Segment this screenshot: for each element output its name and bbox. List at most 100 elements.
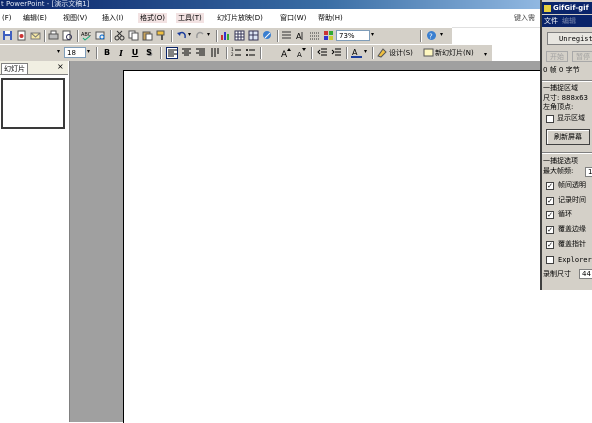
start-button[interactable]: 开始 (546, 51, 568, 62)
tables-borders-icon[interactable] (248, 30, 259, 41)
record-size-label: 录制尺寸 (543, 270, 571, 278)
menu-tools[interactable]: 工具(T) (176, 13, 204, 23)
window-title: t PowerPoint - [演示文稿1] (1, 0, 90, 8)
zoom-combo[interactable]: 73% (336, 30, 370, 41)
paste-icon[interactable] (142, 30, 153, 41)
cover-pointer-checkbox[interactable]: ✓ (546, 241, 554, 249)
capture-stats: 0 帧 0 字节 (543, 66, 580, 74)
menu-insert[interactable]: 插入(I) (100, 13, 126, 23)
new-slide-button[interactable]: 新幻灯片(N) (435, 48, 474, 58)
menu-help[interactable]: 帮助(H) (316, 13, 345, 23)
tab-slides[interactable]: 幻灯片 (1, 63, 28, 74)
show-area-label: 显示区域 (557, 114, 585, 122)
underline-button[interactable]: U (129, 47, 141, 59)
bullets-icon[interactable] (245, 47, 256, 58)
explorer-label: Explorer (558, 256, 592, 264)
gifgif-window: GifGif-gif 文件编辑 Unregiste 开始 暂停 0 帧 0 字节… (540, 0, 592, 290)
svg-text:2: 2 (231, 52, 234, 57)
max-fps-field[interactable]: 1 (585, 167, 592, 177)
spelling-icon[interactable]: ABC (81, 30, 92, 41)
record-size-field[interactable]: 44 (579, 269, 592, 279)
design-icon[interactable] (377, 47, 388, 58)
gifgif-app-icon (544, 4, 551, 12)
explorer-checkbox[interactable] (546, 256, 554, 264)
slides-pane: 幻灯片 × (0, 61, 70, 422)
decrease-font-size-icon[interactable]: A (296, 47, 307, 58)
bold-button[interactable]: B (101, 47, 113, 59)
align-center-icon[interactable] (181, 47, 192, 58)
numbering-icon[interactable]: 12 (231, 47, 242, 58)
pause-button[interactable]: 暂停 (572, 51, 592, 62)
capture-options-header: 一捕捉选项 (543, 157, 578, 165)
menu-edit[interactable]: 编辑(E) (21, 13, 49, 23)
font-name-dropdown-icon[interactable]: ▾ (57, 48, 60, 55)
menu-view[interactable]: 视图(V) (61, 13, 89, 23)
slide-thumbnail[interactable] (1, 78, 65, 129)
hyperlink-icon[interactable] (262, 30, 273, 41)
undo-icon[interactable] (176, 30, 187, 41)
font-size-combo[interactable]: 18 (64, 47, 86, 58)
insert-chart-icon[interactable] (220, 30, 231, 41)
toolbar-options-icon[interactable]: ▾ (440, 31, 443, 38)
svg-text:A: A (281, 50, 288, 58)
svg-text:A: A (297, 51, 302, 58)
print-preview-icon[interactable] (62, 30, 73, 41)
grid-icon[interactable] (309, 30, 320, 41)
frame-transparency-checkbox[interactable]: ✓ (546, 182, 554, 190)
insert-table-icon[interactable] (234, 30, 245, 41)
loop-checkbox[interactable]: ✓ (546, 211, 554, 219)
text-direction-icon[interactable] (210, 47, 221, 58)
window-title-bar: t PowerPoint - [演示文稿1] (0, 0, 592, 9)
close-icon[interactable]: × (57, 62, 64, 72)
increase-font-size-icon[interactable]: A (281, 47, 292, 58)
undo-dropdown-icon[interactable]: ▾ (188, 31, 191, 38)
align-right-icon[interactable] (195, 47, 206, 58)
save-icon[interactable] (2, 30, 13, 41)
expand-all-icon[interactable] (281, 30, 292, 41)
increase-indent-icon[interactable] (331, 47, 342, 58)
slide-workspace (70, 61, 541, 423)
font-color-dropdown-icon[interactable]: ▾ (364, 48, 367, 55)
decrease-indent-icon[interactable] (317, 47, 328, 58)
loop-label: 循环 (558, 210, 572, 218)
copy-icon[interactable] (128, 30, 139, 41)
research-icon[interactable] (95, 30, 106, 41)
format-painter-icon[interactable] (156, 30, 167, 41)
slide-canvas[interactable] (123, 70, 541, 423)
unregistered-banner: Unregiste (547, 32, 592, 45)
cut-icon[interactable] (114, 30, 125, 41)
print-icon[interactable] (48, 30, 59, 41)
capture-area-header: 一捕捉区域 (543, 84, 578, 92)
menu-format[interactable]: 格式(O) (138, 13, 167, 23)
menu-window[interactable]: 窗口(W) (278, 13, 308, 23)
gifgif-title-bar: GifGif-gif (542, 2, 592, 14)
record-time-checkbox[interactable]: ✓ (546, 197, 554, 205)
show-formatting-icon[interactable]: A (295, 30, 306, 41)
max-fps-label: 最大帧频: (543, 167, 574, 175)
align-left-icon[interactable] (166, 47, 178, 59)
permission-icon[interactable] (16, 30, 27, 41)
redo-dropdown-icon[interactable]: ▾ (207, 31, 210, 38)
cover-edges-checkbox[interactable]: ✓ (546, 226, 554, 234)
shadow-button[interactable]: S (143, 47, 155, 59)
menu-slideshow[interactable]: 幻灯片放映(D) (215, 13, 265, 23)
ask-question-box[interactable]: 键入需 (514, 13, 535, 23)
color-grayscale-icon[interactable] (323, 30, 334, 41)
zoom-dropdown-icon[interactable]: ▾ (371, 31, 374, 38)
italic-button[interactable]: I (115, 47, 127, 59)
svg-text:A: A (352, 48, 358, 57)
help-icon[interactable]: ? (426, 30, 437, 41)
gifgif-menu-edit[interactable]: 编辑 (560, 17, 578, 25)
top-left-corner-label: 左角顶点: (543, 103, 574, 111)
redo-icon[interactable] (195, 30, 206, 41)
font-size-dropdown-icon[interactable]: ▾ (87, 48, 90, 55)
email-icon[interactable] (30, 30, 41, 41)
font-color-icon[interactable]: A (351, 47, 362, 58)
gifgif-menu-file[interactable]: 文件 (542, 17, 560, 25)
menu-file[interactable]: (F) (0, 13, 14, 23)
show-area-checkbox[interactable] (546, 115, 554, 123)
new-slide-icon[interactable] (423, 47, 434, 58)
refresh-screen-button[interactable]: 刷新屏幕 (546, 129, 590, 145)
toolbar-options-icon[interactable]: ▾ (484, 51, 487, 58)
design-button[interactable]: 设计(S) (389, 48, 413, 58)
